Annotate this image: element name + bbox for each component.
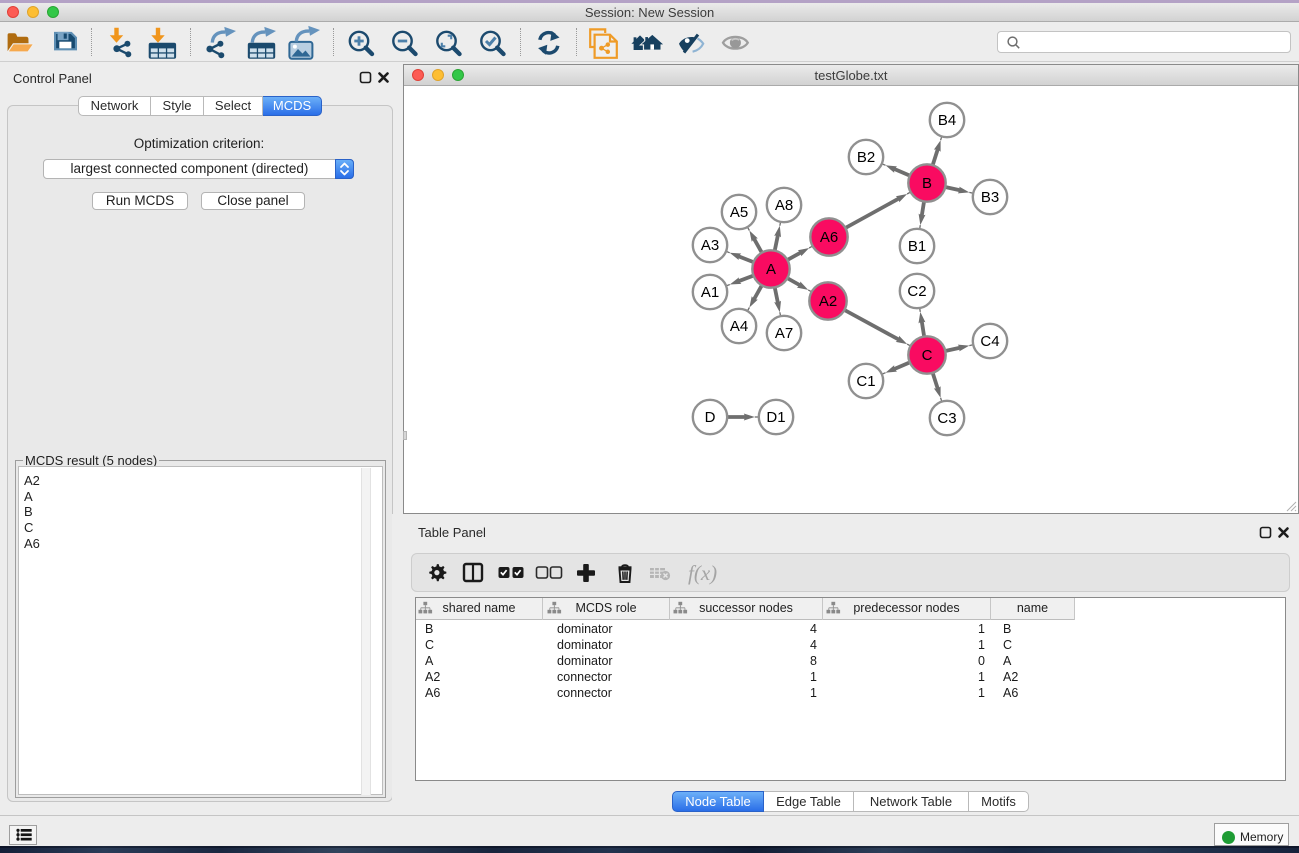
svg-text:B: B (922, 175, 932, 192)
svg-text:C1: C1 (856, 373, 875, 390)
svg-text:A7: A7 (775, 325, 793, 342)
svg-text:A6: A6 (820, 229, 838, 246)
svg-text:B2: B2 (857, 149, 875, 166)
svg-text:f(x): f(x) (688, 561, 717, 585)
svg-text:B3: B3 (981, 189, 999, 206)
svg-text:A4: A4 (730, 318, 748, 335)
svg-text:C: C (922, 347, 933, 364)
svg-text:D: D (705, 409, 716, 426)
svg-text:A8: A8 (775, 197, 793, 214)
svg-text:A1: A1 (701, 284, 719, 301)
svg-text:C3: C3 (937, 410, 956, 427)
svg-text:A3: A3 (701, 237, 719, 254)
svg-text:C4: C4 (980, 333, 999, 350)
svg-text:A: A (766, 261, 776, 278)
svg-text:A2: A2 (819, 293, 837, 310)
svg-text:A5: A5 (730, 204, 748, 221)
svg-text:B4: B4 (938, 112, 956, 129)
svg-text:B1: B1 (908, 238, 926, 255)
svg-text:D1: D1 (766, 409, 785, 426)
svg-text:C2: C2 (907, 283, 926, 300)
